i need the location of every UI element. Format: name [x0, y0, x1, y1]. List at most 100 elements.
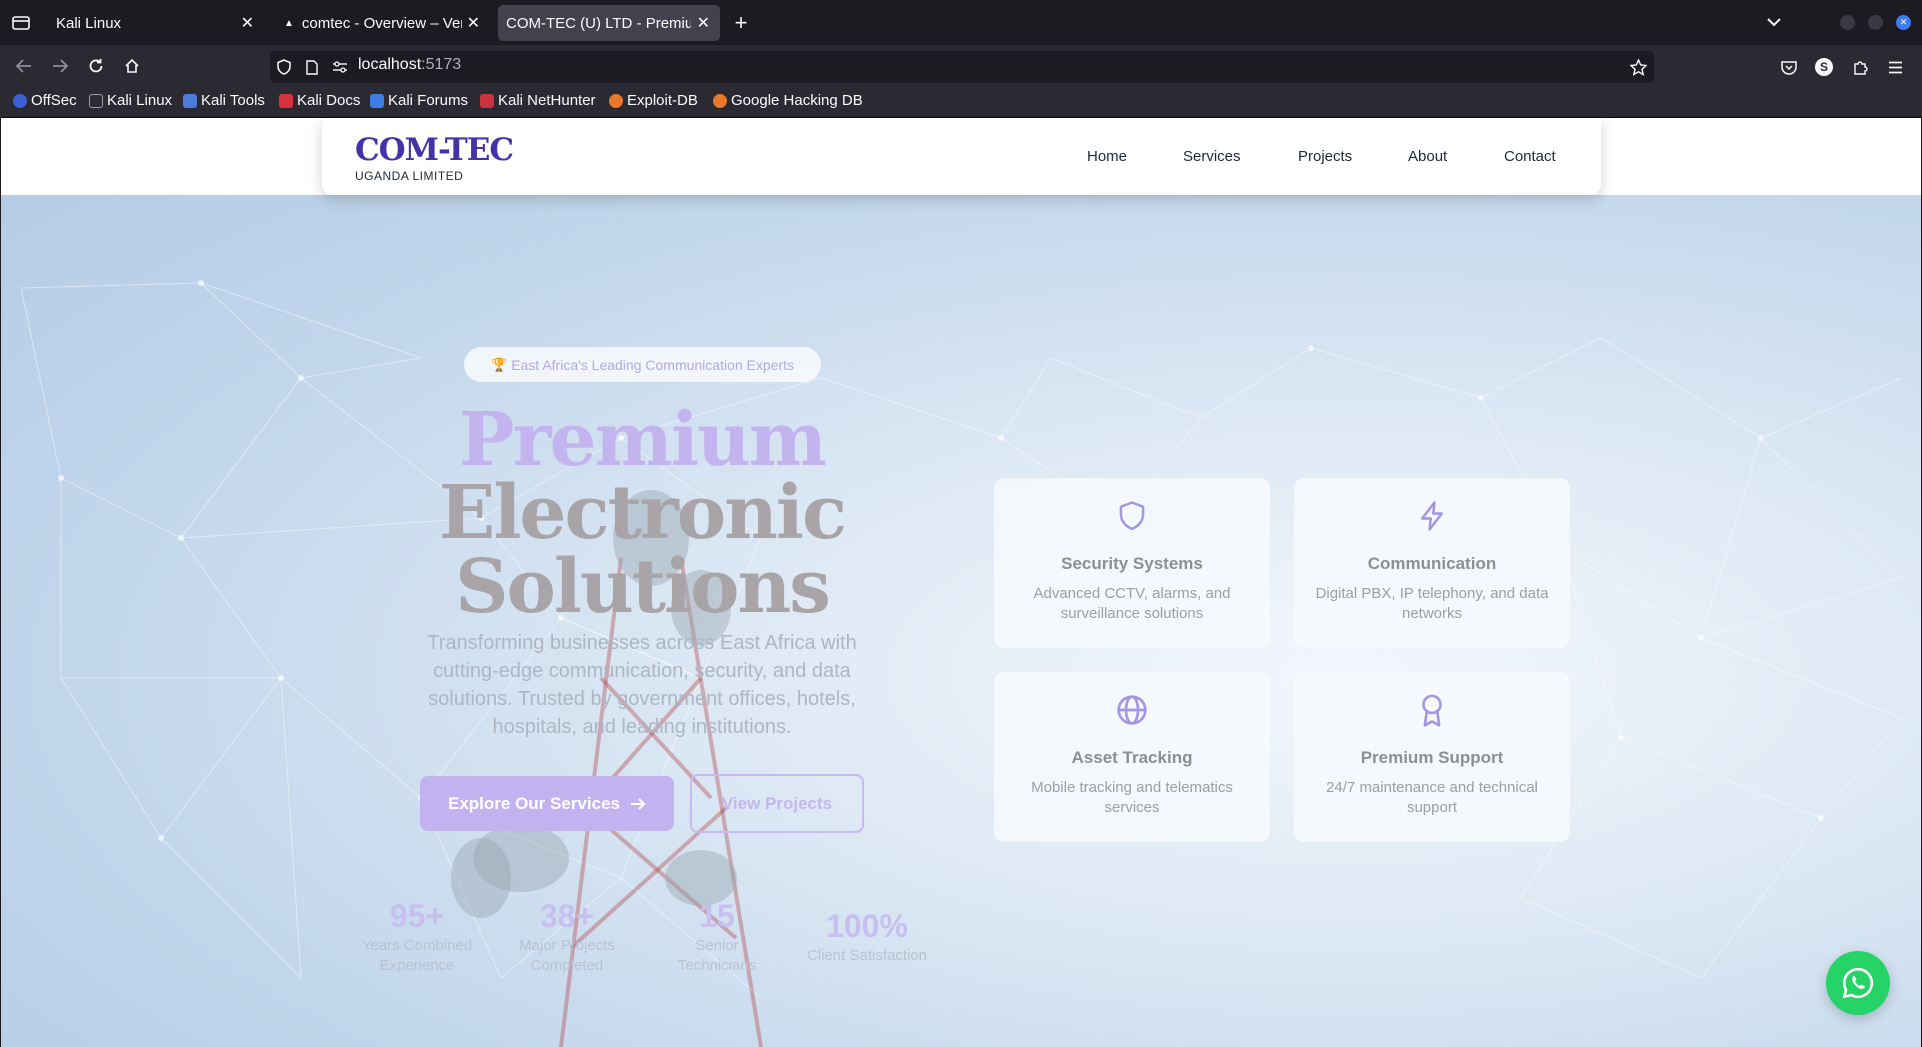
app-menu-button[interactable] — [1884, 56, 1906, 78]
puzzle-icon — [1854, 61, 1868, 75]
shield-icon — [1119, 501, 1145, 531]
forward-button[interactable] — [48, 54, 72, 78]
trophy-icon: 🏆 — [491, 356, 508, 372]
close-tab-icon[interactable]: ✕ — [467, 13, 480, 33]
bookmark-star-button[interactable] — [1627, 56, 1649, 78]
bookmark-exploit-db[interactable]: Exploit-DB — [609, 92, 698, 109]
explore-services-label: Explore Our Services — [448, 793, 620, 813]
site-header: COM-TEC UGANDA LIMITED Home Services Pro… — [322, 118, 1601, 195]
reload-button[interactable] — [84, 54, 108, 78]
telecom-tower-graphic — [451, 490, 763, 1047]
stat-label-line: Technicians — [677, 957, 757, 974]
page-info-icon[interactable] — [302, 56, 322, 78]
stat-label-line: Major Projects — [519, 937, 615, 954]
tracking-protection-icon[interactable] — [274, 56, 294, 78]
feature-card-premium-support[interactable]: Premium Support 24/7 maintenance and tec… — [1294, 672, 1570, 842]
kali-dragon-icon — [89, 93, 103, 108]
hero-background — [1, 118, 1921, 1047]
home-button[interactable] — [120, 54, 144, 78]
view-projects-label: View Projects — [721, 793, 833, 813]
minimize-window-button[interactable] — [1840, 15, 1855, 30]
hero-badge-text: East Africa's Leading Communication Expe… — [511, 356, 794, 373]
bookmark-offsec[interactable]: OffSec — [13, 92, 77, 109]
tab-vercel[interactable]: ▲ comtec - Overview – Verc ✕ — [272, 5, 490, 41]
nav-projects[interactable]: Projects — [1298, 148, 1352, 165]
feature-description: Digital PBX, IP telephony, and data netw… — [1315, 585, 1549, 622]
bookmark-label: Kali Forums — [388, 92, 469, 109]
close-tab-icon[interactable]: ✕ — [241, 13, 254, 33]
maximize-window-button[interactable] — [1868, 15, 1883, 30]
kali-tools-icon — [183, 93, 197, 108]
tab-kali-linux[interactable]: Kali Linux ✕ — [44, 5, 264, 41]
tab-comtec-active[interactable]: COM-TEC (U) LTD - Premium ✕ — [498, 5, 720, 41]
hero-title-line-1: Premium — [458, 397, 827, 483]
bookmark-label: Kali NetHunter — [498, 92, 596, 109]
whatsapp-chat-button[interactable] — [1826, 951, 1890, 1015]
reload-icon — [89, 59, 103, 73]
arrow-left-icon — [16, 59, 31, 73]
hero-description: Transforming businesses across East Afri… — [427, 632, 857, 738]
url-text[interactable]: localhost:5173 — [358, 56, 461, 74]
extension-badge-button[interactable]: S — [1815, 58, 1833, 76]
feature-description: Mobile tracking and telematics services — [1031, 779, 1233, 816]
stat-label: Client Satisfaction — [787, 946, 947, 966]
browser-tab-bar: Kali Linux ✕ ▲ comtec - Overview – Verc … — [0, 0, 1922, 45]
url-port: :5173 — [421, 56, 462, 73]
list-all-tabs-button[interactable] — [1762, 10, 1786, 34]
stat-label: Years Combined Experience — [347, 936, 487, 976]
url-bar[interactable] — [270, 51, 1654, 83]
nethunter-icon — [480, 93, 494, 108]
explore-services-button[interactable]: Explore Our Services — [420, 776, 674, 831]
feature-description: Advanced CCTV, alarms, and surveillance … — [1033, 585, 1231, 622]
bookmark-kali-linux[interactable]: Kali Linux — [89, 92, 172, 109]
nav-services[interactable]: Services — [1183, 148, 1241, 165]
url-host: localhost — [358, 56, 422, 73]
home-icon — [125, 58, 139, 73]
stat-value: 95+ — [389, 898, 445, 934]
close-icon: ✕ — [1899, 17, 1908, 27]
feature-card-asset-tracking[interactable]: Asset Tracking Mobile tracking and telem… — [994, 672, 1270, 842]
bookmark-kali-forums[interactable]: Kali Forums — [370, 92, 468, 109]
close-window-button[interactable]: ✕ — [1896, 15, 1911, 30]
bookmark-label: Google Hacking DB — [731, 92, 863, 109]
permissions-icon[interactable] — [330, 56, 350, 78]
hero-title-line-3: Solutions — [455, 544, 831, 630]
bookmark-label: Kali Tools — [201, 92, 265, 109]
bookmark-kali-docs[interactable]: Kali Docs — [279, 92, 360, 109]
feature-title: Communication — [1367, 554, 1497, 573]
nav-home[interactable]: Home — [1087, 148, 1127, 165]
view-projects-button[interactable]: View Projects — [690, 774, 864, 833]
hero-badge: 🏆 East Africa's Leading Communication Ex… — [464, 347, 821, 382]
site-logo-subtitle: UGANDA LIMITED — [355, 169, 464, 183]
nav-about[interactable]: About — [1408, 148, 1447, 165]
feature-title: Premium Support — [1360, 748, 1504, 767]
tab-label: comtec - Overview – Verc — [301, 14, 462, 32]
nav-contact[interactable]: Contact — [1504, 148, 1556, 165]
stat-label-line: Senior — [695, 937, 739, 954]
tab-label: Kali Linux — [56, 14, 122, 32]
close-tab-icon[interactable]: ✕ — [697, 13, 710, 33]
new-tab-button[interactable]: + — [728, 10, 754, 36]
back-button[interactable] — [12, 54, 36, 78]
feature-card-communication[interactable]: Communication Digital PBX, IP telephony,… — [1294, 478, 1570, 648]
offsec-icon — [13, 93, 27, 108]
bookmark-kali-tools[interactable]: Kali Tools — [183, 92, 265, 109]
bookmark-kali-nethunter[interactable]: Kali NetHunter — [480, 92, 596, 109]
stat-label: Major Projects Completed — [497, 936, 637, 976]
pocket-button[interactable] — [1778, 56, 1800, 78]
stat-label-line: Experience — [379, 957, 455, 974]
feature-description: 24/7 maintenance and technical support — [1326, 779, 1538, 816]
bookmark-google-hacking-db[interactable]: Google Hacking DB — [713, 92, 863, 109]
feature-card-security[interactable]: Security Systems Advanced CCTV, alarms, … — [994, 478, 1270, 648]
extension-badge-label: S — [1819, 60, 1828, 74]
exploit-db-icon — [609, 93, 623, 108]
pocket-icon — [1781, 60, 1797, 75]
site-logo[interactable]: COM-TEC — [355, 132, 514, 168]
arrow-right-icon — [630, 797, 646, 810]
bookmark-label: Exploit-DB — [627, 92, 698, 109]
bookmark-label: OffSec — [31, 92, 77, 109]
vercel-icon: ▲ — [284, 17, 294, 29]
extensions-button[interactable] — [1850, 56, 1872, 78]
tab-overview-button[interactable] — [10, 12, 32, 34]
stat-value: 100% — [826, 908, 908, 944]
